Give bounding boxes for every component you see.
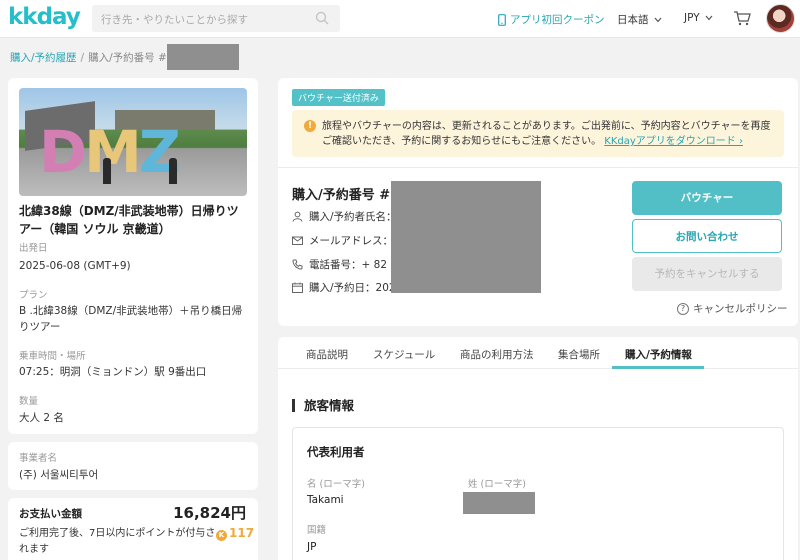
points-note: ご利用完了後、7日以内にポイントが付与されます: [19, 528, 216, 555]
language-selector[interactable]: 日本語: [617, 12, 662, 27]
redacted-last-name: [463, 492, 535, 514]
departure-label: 出発日: [19, 243, 48, 254]
operator-card: 事業者名 (주) 서울씨티투어: [8, 442, 258, 490]
phone-icon: [498, 13, 506, 26]
breadcrumb-history-link[interactable]: 購入/予約履歴: [10, 50, 77, 65]
tab-schedule[interactable]: スケジュール: [373, 347, 435, 362]
operator-label: 事業者名: [19, 453, 58, 464]
order-number: 購入/予約番号 #2: [292, 188, 400, 203]
plan-label: プラン: [19, 290, 48, 301]
payment-label: お支払い金額: [19, 508, 82, 520]
chevron-down-icon: [705, 15, 713, 21]
tab-usage[interactable]: 商品の利用方法: [460, 347, 534, 362]
detail-tabs: 商品説明 スケジュール 商品の利用方法 集合場所 購入/予約情報: [278, 337, 798, 369]
quantity-value: 大人 2 名: [19, 412, 64, 424]
mail-icon: [292, 236, 303, 245]
calendar-icon: [292, 282, 303, 293]
breadcrumb: 購入/予約履歴 / 購入/予約番号 #2: [10, 50, 173, 65]
email-row: メールアドレス：t: [292, 233, 397, 248]
search-input[interactable]: 行き先・やりたいことから探す: [92, 5, 340, 32]
person-icon: [292, 211, 303, 222]
redacted-personal-info: [391, 181, 541, 293]
top-navigation-bar: kkday 行き先・やりたいことから探す アプリ初回クーポン 日本語 JPY: [0, 0, 800, 38]
tab-booking-info[interactable]: 購入/予約情報: [625, 347, 692, 362]
kkday-logo[interactable]: kkday: [8, 4, 81, 30]
points-value: 117: [229, 526, 255, 540]
payment-amount: 16,824円: [173, 504, 246, 522]
representative-box: 代表利用者 名 (ローマ字) Takami 姓 (ローマ字) 国籍 JP: [292, 427, 784, 560]
divider: [278, 167, 798, 168]
phone-icon: [292, 259, 303, 270]
operator-value: (주) 서울씨티투어: [19, 469, 99, 481]
notice-text: 旅程やバウチャーの内容は、更新されることがあります。ご出発前に、予約内容とバウチ…: [322, 121, 771, 147]
details-card: 商品説明 スケジュール 商品の利用方法 集合場所 購入/予約情報 旅客情報 代表…: [278, 337, 798, 560]
first-name-value: Takami: [307, 494, 344, 506]
cart-icon[interactable]: [733, 10, 751, 26]
departure-value: 2025-06-08 (GMT+9): [19, 260, 131, 272]
search-placeholder: 行き先・やりたいことから探す: [101, 14, 248, 26]
payment-card: お支払い金額 16,824円 ご利用完了後、7日以内にポイントが付与されます K…: [8, 498, 258, 560]
first-name-label: 名 (ローマ字): [307, 479, 365, 490]
currency-selector[interactable]: JPY: [684, 12, 713, 24]
voucher-sent-badge: バウチャー送付済み: [292, 89, 385, 106]
pickup-value: 07:25：明洞（ミョンドン）駅 9番出口: [19, 366, 207, 378]
active-tab-indicator: [612, 366, 704, 369]
representative-title: 代表利用者: [307, 445, 365, 459]
redacted-order-number: [167, 44, 239, 70]
product-photo: DMZ: [19, 88, 247, 196]
order-date-row: 購入/予約日：2025: [292, 280, 402, 295]
question-icon: ?: [677, 302, 689, 315]
update-notice: ! 旅程やバウチャーの内容は、更新されることがあります。ご出発前に、予約内容とバ…: [292, 110, 784, 157]
contact-button[interactable]: お問い合わせ: [632, 219, 782, 253]
plan-value: B .北緯38線（DMZ/非武装地帯）＋吊り橋日帰りツアー: [19, 305, 243, 333]
cancel-policy-link[interactable]: ? キャンセルポリシー: [677, 301, 788, 316]
coupon-label: アプリ初回クーポン: [510, 14, 605, 26]
user-avatar[interactable]: [766, 4, 795, 33]
download-app-link[interactable]: KKdayアプリをダウンロード ›: [604, 136, 743, 147]
last-name-label: 姓 (ローマ字): [468, 479, 526, 490]
nationality-label: 国籍: [307, 525, 327, 536]
product-title[interactable]: 北緯38線（DMZ/非武装地帯）日帰りツアー（韓国 ソウル 京畿道）: [19, 202, 249, 238]
nationality-value: JP: [307, 541, 317, 553]
breadcrumb-separator: /: [80, 51, 85, 64]
app-coupon-link[interactable]: アプリ初回クーポン: [498, 12, 605, 27]
chevron-down-icon: [654, 17, 661, 22]
search-icon[interactable]: [315, 11, 329, 25]
warning-icon: !: [304, 120, 316, 132]
traveler-section-title: 旅客情報: [292, 399, 354, 412]
quantity-label: 数量: [19, 396, 39, 407]
breadcrumb-current: 購入/予約番号 #2: [88, 52, 174, 64]
voucher-button[interactable]: バウチャー: [632, 181, 782, 215]
points-coin-icon: K: [216, 530, 227, 541]
currency-label: JPY: [684, 12, 700, 24]
product-summary-card: DMZ 北緯38線（DMZ/非武装地帯）日帰りツアー（韓国 ソウル 京畿道） 出…: [8, 78, 258, 434]
pickup-label: 乗車時間・場所: [19, 351, 86, 362]
language-label: 日本語: [617, 14, 649, 26]
cancel-booking-button[interactable]: 予約をキャンセルする: [632, 257, 782, 291]
tab-description[interactable]: 商品説明: [306, 347, 348, 362]
buyer-name-row: 購入/予約者氏名：: [292, 209, 397, 224]
tab-meeting-point[interactable]: 集合場所: [558, 347, 600, 362]
